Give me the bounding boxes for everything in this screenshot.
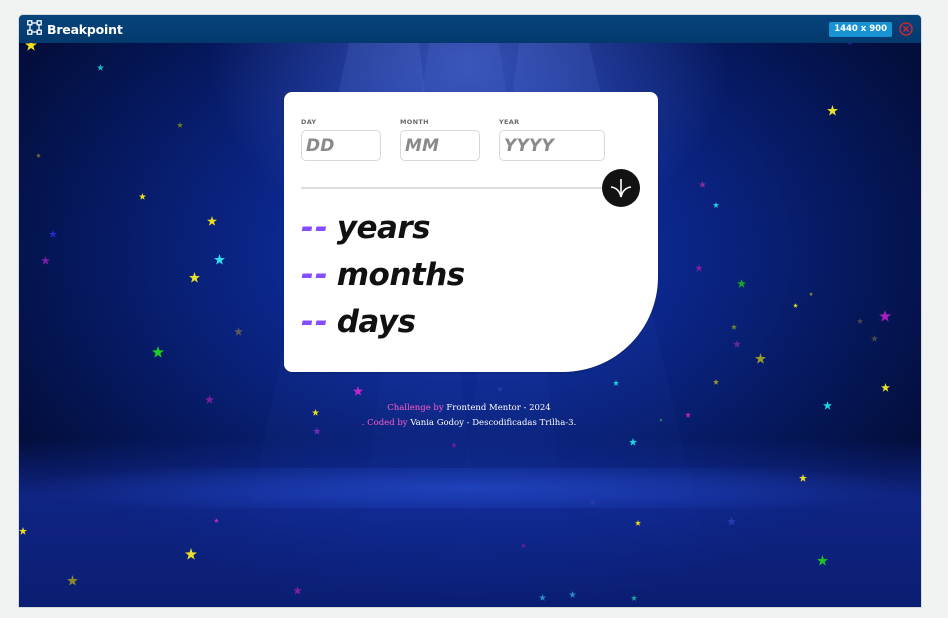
star-decoration xyxy=(737,273,746,292)
star-decoration xyxy=(234,321,243,340)
star-decoration xyxy=(539,586,546,605)
star-decoration xyxy=(755,349,766,368)
star-decoration xyxy=(695,257,703,276)
star-decoration xyxy=(41,250,50,269)
form-divider xyxy=(301,187,607,189)
stage-floor xyxy=(19,438,921,607)
submit-button[interactable] xyxy=(602,169,640,207)
star-decoration xyxy=(214,250,225,269)
star-decoration xyxy=(699,173,706,192)
star-decoration xyxy=(521,533,526,552)
star-decoration xyxy=(207,211,217,230)
star-decoration xyxy=(97,56,104,75)
star-decoration xyxy=(733,333,741,352)
page-viewport: DAY DD MONTH MM YEAR YYYY -- years -- mo… xyxy=(19,43,921,607)
star-decoration xyxy=(293,580,302,599)
star-decoration xyxy=(152,343,164,362)
star-decoration xyxy=(25,43,37,55)
star-decoration xyxy=(793,293,798,312)
month-input[interactable]: MM xyxy=(400,130,480,161)
star-decoration xyxy=(214,508,219,527)
day-input[interactable]: DD xyxy=(301,130,381,161)
viewport-size-badge[interactable]: 1440 x 900 xyxy=(829,21,892,37)
star-decoration xyxy=(799,467,807,486)
star-decoration xyxy=(177,113,183,132)
star-decoration xyxy=(497,377,503,396)
close-button[interactable] xyxy=(899,22,913,36)
star-decoration xyxy=(19,520,27,539)
arrow-down-icon xyxy=(610,179,632,198)
breakpoint-icon xyxy=(27,19,42,39)
star-decoration xyxy=(67,571,78,590)
star-decoration xyxy=(451,433,457,452)
star-decoration xyxy=(205,389,214,408)
app-title: Breakpoint xyxy=(47,21,123,37)
challenge-line: Challenge by Frontend Mentor - 2024 xyxy=(319,401,619,416)
star-decoration xyxy=(827,101,838,120)
months-value: -- xyxy=(301,257,329,293)
star-decoration xyxy=(857,309,863,328)
star-decoration xyxy=(312,401,319,420)
months-label: months xyxy=(336,257,466,293)
star-decoration xyxy=(353,381,363,400)
star-decoration xyxy=(635,511,641,530)
year-label: YEAR xyxy=(499,118,520,126)
preview-window: Breakpoint 1440 x 900 DAY DD MONTH MM YE… xyxy=(19,15,921,607)
stage-light xyxy=(19,468,921,508)
star-decoration xyxy=(36,143,41,162)
star-decoration xyxy=(727,511,736,530)
star-decoration xyxy=(871,327,878,346)
coded-prefix: . Coded by xyxy=(361,418,408,428)
years-value: -- xyxy=(301,210,329,246)
star-decoration xyxy=(881,377,890,396)
days-result: -- days xyxy=(301,304,416,340)
star-decoration xyxy=(879,307,891,326)
star-decoration xyxy=(713,193,719,212)
coded-line: . Coded by Vania Godoy - Descodificadas … xyxy=(319,416,619,431)
year-field: YEAR YYYY xyxy=(499,118,605,161)
years-label: years xyxy=(336,210,431,246)
close-icon xyxy=(899,22,913,36)
star-decoration xyxy=(631,586,637,605)
star-decoration xyxy=(185,545,197,564)
star-decoration xyxy=(139,185,146,204)
star-decoration xyxy=(713,370,719,389)
month-field: MONTH MM xyxy=(400,118,480,161)
star-decoration xyxy=(731,315,737,334)
star-decoration xyxy=(817,551,828,570)
star-decoration xyxy=(589,477,594,496)
challenge-prefix: Challenge by xyxy=(387,403,444,413)
years-result: -- years xyxy=(301,210,431,246)
star-decoration xyxy=(189,268,200,287)
attribution-footer: Challenge by Frontend Mentor - 2024 . Co… xyxy=(319,401,619,431)
days-label: days xyxy=(336,304,416,340)
author-link[interactable]: Vania Godoy - Descodificadas Trilha-3. xyxy=(410,418,576,428)
challenge-link[interactable]: Frontend Mentor - 2024 xyxy=(446,403,550,413)
day-label: DAY xyxy=(301,118,317,126)
days-value: -- xyxy=(301,304,329,340)
star-decoration xyxy=(685,403,691,422)
star-decoration xyxy=(49,223,57,242)
star-decoration xyxy=(613,371,619,390)
months-result: -- months xyxy=(301,257,465,293)
star-decoration xyxy=(847,43,853,49)
month-label: MONTH xyxy=(400,118,429,126)
day-field: DAY DD xyxy=(301,118,381,161)
star-decoration xyxy=(629,431,637,450)
year-input[interactable]: YYYY xyxy=(499,130,605,161)
star-decoration xyxy=(569,583,576,602)
window-titlebar: Breakpoint 1440 x 900 xyxy=(19,15,921,43)
star-decoration xyxy=(823,395,832,414)
star-decoration xyxy=(809,281,813,300)
age-calculator-card: DAY DD MONTH MM YEAR YYYY -- years -- mo… xyxy=(284,92,658,372)
app-logo: Breakpoint xyxy=(27,19,123,39)
star-decoration xyxy=(659,407,663,426)
